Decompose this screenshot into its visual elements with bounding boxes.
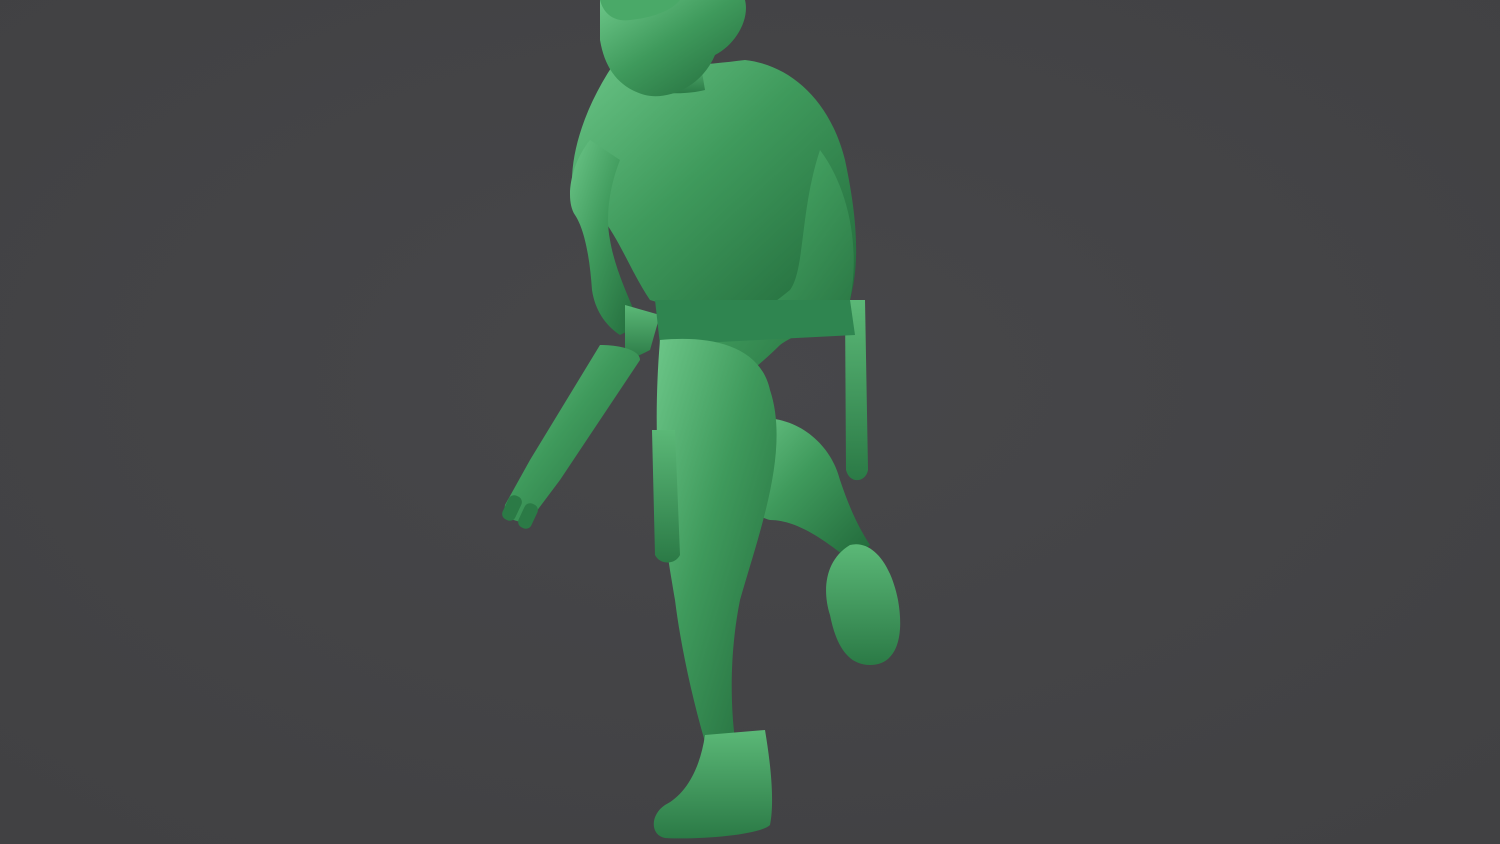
render-viewport[interactable] xyxy=(0,0,1500,844)
render-scene xyxy=(0,0,1500,844)
